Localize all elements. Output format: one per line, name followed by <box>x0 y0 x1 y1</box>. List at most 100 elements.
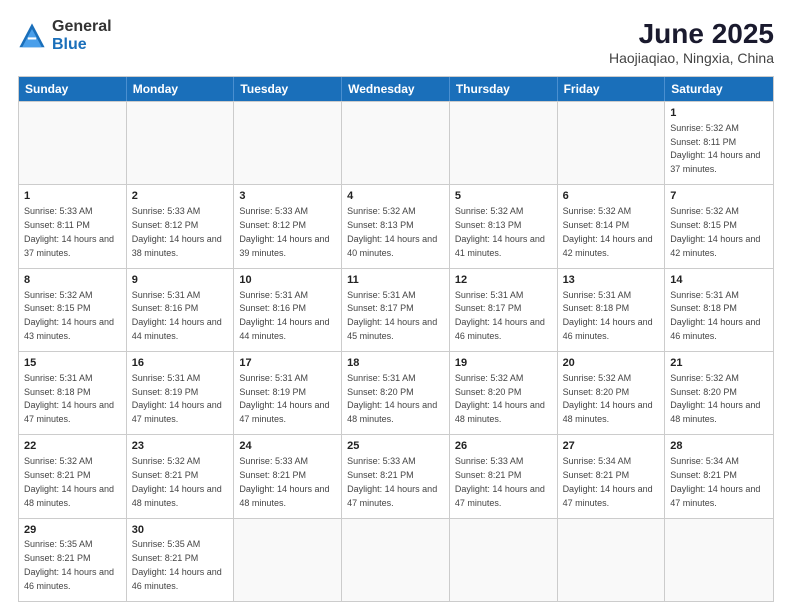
table-row <box>342 102 450 184</box>
cell-info: Sunrise: 5:31 AMSunset: 8:18 PMDaylight:… <box>563 290 653 341</box>
logo-text: General Blue <box>52 18 112 53</box>
calendar-row: 1Sunrise: 5:32 AMSunset: 8:11 PMDaylight… <box>19 101 773 184</box>
day-number: 21 <box>670 356 768 371</box>
cell-info: Sunrise: 5:33 AMSunset: 8:21 PMDaylight:… <box>347 456 437 507</box>
table-row <box>450 519 558 601</box>
cell-info: Sunrise: 5:32 AMSunset: 8:20 PMDaylight:… <box>670 373 760 424</box>
calendar: Sunday Monday Tuesday Wednesday Thursday… <box>18 76 774 602</box>
day-number: 7 <box>670 189 768 204</box>
table-row: 21 Sunrise: 5:32 AMSunset: 8:20 PMDayligh… <box>665 352 773 434</box>
cell-info: Sunrise: 5:32 AMSunset: 8:21 PMDaylight:… <box>132 456 222 507</box>
table-row: 29Sunrise: 5:35 AMSunset: 8:21 PMDayligh… <box>19 519 127 601</box>
cell-info: Sunrise: 5:33 AMSunset: 8:21 PMDaylight:… <box>455 456 545 507</box>
table-row <box>127 102 235 184</box>
cell-info: Sunrise: 5:34 AMSunset: 8:21 PMDaylight:… <box>563 456 653 507</box>
day-number: 13 <box>563 273 660 288</box>
calendar-row: 8Sunrise: 5:32 AMSunset: 8:15 PMDaylight… <box>19 268 773 351</box>
day-number: 10 <box>239 273 336 288</box>
day-number: 19 <box>455 356 552 371</box>
logo-general-text: General <box>52 18 112 36</box>
cell-info: Sunrise: 5:32 AMSunset: 8:21 PMDaylight:… <box>24 456 114 507</box>
header-thursday: Thursday <box>450 77 558 101</box>
table-row: 24 Sunrise: 5:33 AMSunset: 8:21 PMDayligh… <box>234 435 342 517</box>
table-row: 7 Sunrise: 5:32 AMSunset: 8:15 PMDaylight… <box>665 185 773 267</box>
day-number: 18 <box>347 356 444 371</box>
cell-info: Sunrise: 5:31 AMSunset: 8:20 PMDaylight:… <box>347 373 437 424</box>
day-number: 2 <box>132 189 229 204</box>
cell-info: Sunrise: 5:31 AMSunset: 8:18 PMDaylight:… <box>24 373 114 424</box>
cell-info: Sunrise: 5:32 AMSunset: 8:15 PMDaylight:… <box>670 206 760 257</box>
day-number: 23 <box>132 439 229 454</box>
cell-info: Sunrise: 5:32 AMSunset: 8:13 PMDaylight:… <box>347 206 437 257</box>
table-row: 11 Sunrise: 5:31 AMSunset: 8:17 PMDayligh… <box>342 269 450 351</box>
day-number: 16 <box>132 356 229 371</box>
day-number: 9 <box>132 273 229 288</box>
day-number: 15 <box>24 356 121 371</box>
table-row: 3 Sunrise: 5:33 AMSunset: 8:12 PMDaylight… <box>234 185 342 267</box>
cell-info: Sunrise: 5:33 AMSunset: 8:11 PMDaylight:… <box>24 206 114 257</box>
day-number: 22 <box>24 439 121 454</box>
table-row: 12Sunrise: 5:31 AMSunset: 8:17 PMDayligh… <box>450 269 558 351</box>
table-row: 18 Sunrise: 5:31 AMSunset: 8:20 PMDayligh… <box>342 352 450 434</box>
calendar-row: 15 Sunrise: 5:31 AMSunset: 8:18 PMDayligh… <box>19 351 773 434</box>
cell-info: Sunrise: 5:31 AMSunset: 8:19 PMDaylight:… <box>239 373 329 424</box>
day-number: 28 <box>670 439 768 454</box>
table-row: 10 Sunrise: 5:31 AMSunset: 8:16 PMDayligh… <box>234 269 342 351</box>
main-title: June 2025 <box>609 18 774 50</box>
day-number: 1 <box>24 189 121 204</box>
day-number: 12 <box>455 273 552 288</box>
day-number: 20 <box>563 356 660 371</box>
table-row: 26 Sunrise: 5:33 AMSunset: 8:21 PMDayligh… <box>450 435 558 517</box>
cell-info: Sunrise: 5:33 AMSunset: 8:12 PMDaylight:… <box>132 206 222 257</box>
table-row: 8Sunrise: 5:32 AMSunset: 8:15 PMDaylight… <box>19 269 127 351</box>
table-row: 23 Sunrise: 5:32 AMSunset: 8:21 PMDayligh… <box>127 435 235 517</box>
table-row: 15 Sunrise: 5:31 AMSunset: 8:18 PMDayligh… <box>19 352 127 434</box>
table-row: 2 Sunrise: 5:33 AMSunset: 8:12 PMDaylight… <box>127 185 235 267</box>
day-number: 30 <box>132 523 229 538</box>
table-row: 5Sunrise: 5:32 AMSunset: 8:13 PMDaylight… <box>450 185 558 267</box>
table-row: 20Sunrise: 5:32 AMSunset: 8:20 PMDayligh… <box>558 352 666 434</box>
calendar-row: 1 Sunrise: 5:33 AMSunset: 8:11 PMDaylight… <box>19 184 773 267</box>
calendar-body: 1 Sunrise: 5:32 AMSunset: 8:11 PMDaylight… <box>19 101 773 601</box>
cell-info: Sunrise: 5:31 AMSunset: 8:19 PMDaylight:… <box>132 373 222 424</box>
day-number: 26 <box>455 439 552 454</box>
cell-info: Sunrise: 5:32 AMSunset: 8:11 PMDaylight:… <box>670 123 760 174</box>
subtitle: Haojiaqiao, Ningxia, China <box>609 50 774 66</box>
header-friday: Friday <box>558 77 666 101</box>
table-row <box>234 519 342 601</box>
table-row <box>558 102 666 184</box>
table-row: 6Sunrise: 5:32 AMSunset: 8:14 PMDaylight… <box>558 185 666 267</box>
day-number: 24 <box>239 439 336 454</box>
table-row: 14 Sunrise: 5:31 AMSunset: 8:18 PMDayligh… <box>665 269 773 351</box>
day-number: 3 <box>239 189 336 204</box>
cell-info: Sunrise: 5:33 AMSunset: 8:12 PMDaylight:… <box>239 206 329 257</box>
header-saturday: Saturday <box>665 77 773 101</box>
table-row: 4Sunrise: 5:32 AMSunset: 8:13 PMDaylight… <box>342 185 450 267</box>
table-row: 1Sunrise: 5:32 AMSunset: 8:11 PMDaylight… <box>665 102 773 184</box>
table-row: 30Sunrise: 5:35 AMSunset: 8:21 PMDayligh… <box>127 519 235 601</box>
cell-info: Sunrise: 5:31 AMSunset: 8:17 PMDaylight:… <box>347 290 437 341</box>
table-row: 22 Sunrise: 5:32 AMSunset: 8:21 PMDayligh… <box>19 435 127 517</box>
header-wednesday: Wednesday <box>342 77 450 101</box>
table-row <box>450 102 558 184</box>
cell-info: Sunrise: 5:31 AMSunset: 8:18 PMDaylight:… <box>670 290 760 341</box>
header-monday: Monday <box>127 77 235 101</box>
logo-icon <box>18 22 46 50</box>
table-row: 1 Sunrise: 5:33 AMSunset: 8:11 PMDaylight… <box>19 185 127 267</box>
day-number: 14 <box>670 273 768 288</box>
day-number: 25 <box>347 439 444 454</box>
header-sunday: Sunday <box>19 77 127 101</box>
table-row <box>342 519 450 601</box>
day-number: 27 <box>563 439 660 454</box>
table-row <box>665 519 773 601</box>
calendar-row: 29Sunrise: 5:35 AMSunset: 8:21 PMDayligh… <box>19 518 773 601</box>
cell-info: Sunrise: 5:33 AMSunset: 8:21 PMDaylight:… <box>239 456 329 507</box>
table-row <box>558 519 666 601</box>
table-row <box>19 102 127 184</box>
day-number: 11 <box>347 273 444 288</box>
cell-info: Sunrise: 5:31 AMSunset: 8:16 PMDaylight:… <box>239 290 329 341</box>
table-row: 13 Sunrise: 5:31 AMSunset: 8:18 PMDayligh… <box>558 269 666 351</box>
table-row: 28Sunrise: 5:34 AMSunset: 8:21 PMDayligh… <box>665 435 773 517</box>
table-row: 27 Sunrise: 5:34 AMSunset: 8:21 PMDayligh… <box>558 435 666 517</box>
cell-info: Sunrise: 5:31 AMSunset: 8:16 PMDaylight:… <box>132 290 222 341</box>
